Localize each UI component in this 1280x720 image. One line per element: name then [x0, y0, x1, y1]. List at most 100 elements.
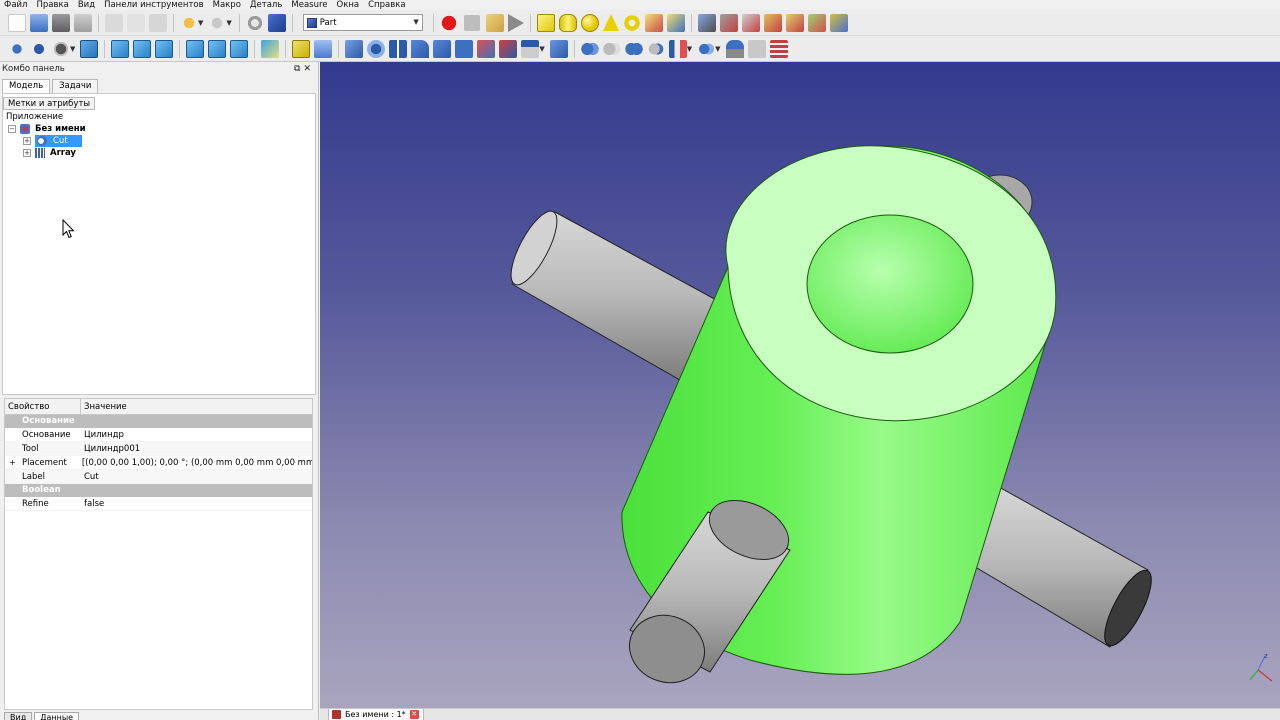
front-view-icon[interactable]	[111, 39, 130, 58]
draw-style-icon[interactable]	[52, 39, 70, 58]
open-folder-icon[interactable]	[30, 13, 48, 32]
chamfer-icon[interactable]	[785, 13, 804, 32]
run-macro-icon[interactable]	[507, 13, 524, 32]
bottom-view-icon[interactable]	[208, 39, 227, 58]
fit-all-icon[interactable]	[8, 39, 26, 58]
stop-macro-icon[interactable]	[463, 14, 480, 31]
create-part-icon[interactable]	[292, 39, 311, 58]
join-features-icon[interactable]	[668, 39, 687, 58]
property-value[interactable]: false	[81, 497, 104, 510]
tree-item-cut-selection[interactable]: Cut	[35, 135, 82, 147]
3d-viewport[interactable]: z	[320, 62, 1280, 708]
rod-left[interactable]	[502, 205, 721, 381]
menu-edit[interactable]: Правка	[36, 0, 68, 10]
tab-model[interactable]: Модель	[2, 79, 51, 93]
expand-icon[interactable]: +	[23, 137, 31, 145]
refresh-icon[interactable]	[245, 13, 264, 32]
menu-macro[interactable]: Макро	[213, 0, 241, 10]
section-icon[interactable]	[521, 39, 540, 58]
common-icon[interactable]	[646, 39, 665, 58]
tree-document-row[interactable]: − Без имени	[8, 123, 86, 135]
edit-macro-icon[interactable]	[485, 13, 504, 32]
column-property[interactable]: Свойство	[5, 399, 81, 414]
top-view-icon[interactable]	[133, 39, 152, 58]
menu-file[interactable]: Файл	[4, 0, 27, 10]
defeaturing-icon[interactable]	[769, 39, 788, 58]
expand-icon[interactable]: +	[9, 456, 16, 470]
box-icon[interactable]	[536, 13, 555, 32]
fit-selection-icon[interactable]	[30, 39, 48, 58]
tree-item-cut[interactable]: + Cut	[23, 135, 82, 147]
part-fillet-icon[interactable]	[411, 39, 430, 58]
property-row-placement[interactable]: + Placement [(0,00 0,00 1,00); 0,00 °; (0…	[5, 456, 312, 470]
collapse-icon[interactable]: −	[8, 125, 16, 133]
tab-view[interactable]: Вид	[4, 712, 33, 720]
part-revolve-icon[interactable]	[367, 39, 386, 58]
record-macro-icon[interactable]	[439, 13, 458, 32]
property-row[interactable]: Refine false	[5, 497, 312, 511]
property-group-base[interactable]: Основание	[5, 415, 312, 428]
new-document-icon[interactable]	[8, 13, 26, 32]
property-row[interactable]: Label Cut	[5, 470, 312, 484]
section-dropdown-icon[interactable]: ▼	[539, 45, 544, 53]
boolean-icon[interactable]	[580, 39, 599, 58]
axonometric-view-icon[interactable]	[80, 39, 99, 58]
property-value[interactable]: Цилиндр001	[81, 442, 140, 455]
undo-icon[interactable]	[180, 13, 198, 32]
part-mirror-icon[interactable]	[389, 39, 408, 58]
menu-windows[interactable]: Окна	[337, 0, 360, 10]
tab-data[interactable]: Данные	[34, 712, 80, 720]
redo-icon[interactable]	[208, 13, 227, 32]
shape-builder-icon[interactable]	[666, 13, 685, 32]
undo-dropdown-icon[interactable]: ▼	[198, 19, 203, 27]
draw-style-dropdown-icon[interactable]: ▼	[70, 45, 75, 53]
whats-this-icon[interactable]	[267, 13, 286, 32]
property-value[interactable]: [(0,00 0,00 1,00); 0,00 °; (0,00 mm 0,00…	[79, 456, 312, 469]
rear-view-icon[interactable]	[186, 39, 205, 58]
right-view-icon[interactable]	[155, 39, 174, 58]
3d-model-view[interactable]: z	[320, 62, 1280, 708]
property-value[interactable]: Cut	[81, 470, 99, 483]
menu-part[interactable]: Деталь	[250, 0, 282, 10]
expand-icon[interactable]: +	[23, 149, 31, 157]
document-tab[interactable]: Без имени : 1* ✕	[328, 709, 424, 720]
cylinder-bore[interactable]	[806, 214, 974, 354]
torus-icon[interactable]	[622, 13, 641, 32]
close-panel-icon[interactable]: ✕	[303, 64, 314, 74]
primitives-icon[interactable]	[644, 13, 663, 32]
workbench-selector[interactable]: Part ▼	[302, 14, 423, 31]
make-face-blue-icon[interactable]	[455, 39, 474, 58]
property-group-boolean[interactable]: Boolean	[5, 484, 312, 497]
ruled-surface-red-icon[interactable]	[477, 39, 496, 58]
paste-icon[interactable]	[149, 13, 167, 32]
join-dropdown-icon[interactable]: ▼	[687, 45, 692, 53]
create-group-icon[interactable]	[314, 39, 333, 58]
fuse-icon[interactable]	[624, 39, 643, 58]
sphere-icon[interactable]	[580, 13, 599, 32]
compound-icon[interactable]	[725, 39, 744, 58]
menu-toolbars[interactable]: Панели инструментов	[104, 0, 204, 10]
labels-attributes-header[interactable]: Метки и атрибуты	[3, 97, 96, 110]
fillet-icon[interactable]	[763, 13, 782, 32]
measure-distance-icon[interactable]	[261, 39, 280, 58]
menu-help[interactable]: Справка	[368, 0, 405, 10]
menu-view[interactable]: Вид	[78, 0, 95, 10]
property-row[interactable]: Основание Цилиндр	[5, 428, 312, 442]
save-icon[interactable]	[52, 13, 70, 32]
property-value[interactable]: Цилиндр	[81, 428, 124, 441]
part-chamfer-icon[interactable]	[433, 39, 452, 58]
copy-icon[interactable]	[127, 13, 145, 32]
cone-icon[interactable]	[602, 14, 619, 31]
cut-icon[interactable]	[105, 13, 123, 32]
ruled-surface-icon[interactable]	[829, 13, 848, 32]
extrude-icon[interactable]	[697, 13, 716, 32]
revolve-icon[interactable]	[719, 13, 738, 32]
tab-tasks[interactable]: Задачи	[52, 79, 99, 93]
property-row[interactable]: Tool Цилиндр001	[5, 442, 312, 456]
mirror-icon[interactable]	[741, 13, 760, 32]
loft-icon[interactable]	[499, 39, 518, 58]
tree-item-array[interactable]: + Array	[23, 147, 76, 159]
left-view-icon[interactable]	[230, 39, 249, 58]
part-extrude-icon[interactable]	[345, 39, 364, 58]
column-value[interactable]: Значение	[81, 399, 127, 414]
